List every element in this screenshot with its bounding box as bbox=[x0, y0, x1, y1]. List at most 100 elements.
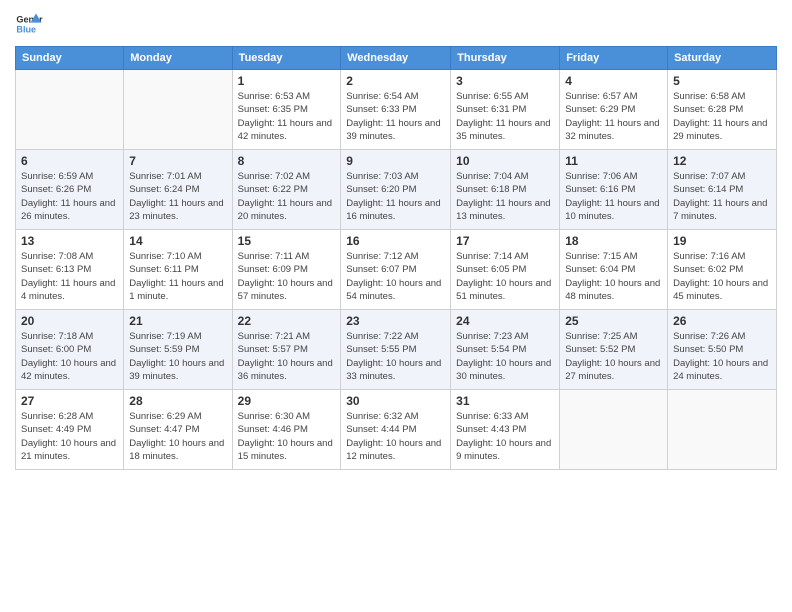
calendar-cell: 26 Sunrise: 7:26 AM Sunset: 5:50 PM Dayli… bbox=[668, 310, 777, 390]
calendar-week-row: 20 Sunrise: 7:18 AM Sunset: 6:00 PM Dayli… bbox=[16, 310, 777, 390]
calendar-cell: 4 Sunrise: 6:57 AM Sunset: 6:29 PM Daylig… bbox=[560, 70, 668, 150]
day-number: 13 bbox=[21, 234, 118, 248]
day-info: Sunrise: 7:23 AM Sunset: 5:54 PM Dayligh… bbox=[456, 330, 554, 383]
calendar-day-header: Sunday bbox=[16, 47, 124, 70]
day-number: 20 bbox=[21, 314, 118, 328]
calendar-day-header: Thursday bbox=[451, 47, 560, 70]
day-info: Sunrise: 7:26 AM Sunset: 5:50 PM Dayligh… bbox=[673, 330, 771, 383]
calendar-cell: 13 Sunrise: 7:08 AM Sunset: 6:13 PM Dayli… bbox=[16, 230, 124, 310]
day-number: 17 bbox=[456, 234, 554, 248]
day-info: Sunrise: 7:22 AM Sunset: 5:55 PM Dayligh… bbox=[346, 330, 445, 383]
calendar-cell: 7 Sunrise: 7:01 AM Sunset: 6:24 PM Daylig… bbox=[124, 150, 232, 230]
day-info: Sunrise: 6:54 AM Sunset: 6:33 PM Dayligh… bbox=[346, 90, 445, 143]
calendar-cell: 5 Sunrise: 6:58 AM Sunset: 6:28 PM Daylig… bbox=[668, 70, 777, 150]
day-info: Sunrise: 6:32 AM Sunset: 4:44 PM Dayligh… bbox=[346, 410, 445, 463]
day-number: 19 bbox=[673, 234, 771, 248]
day-info: Sunrise: 7:06 AM Sunset: 6:16 PM Dayligh… bbox=[565, 170, 662, 223]
calendar-cell: 20 Sunrise: 7:18 AM Sunset: 6:00 PM Dayli… bbox=[16, 310, 124, 390]
day-info: Sunrise: 6:29 AM Sunset: 4:47 PM Dayligh… bbox=[129, 410, 226, 463]
day-number: 24 bbox=[456, 314, 554, 328]
calendar-cell: 21Sunrise: 7:19 AM Sunset: 5:59 PM Dayli… bbox=[124, 310, 232, 390]
day-info: Sunrise: 7:08 AM Sunset: 6:13 PM Dayligh… bbox=[21, 250, 118, 303]
day-number: 8 bbox=[238, 154, 336, 168]
day-number: 1 bbox=[238, 74, 336, 88]
day-info: Sunrise: 6:53 AM Sunset: 6:35 PM Dayligh… bbox=[238, 90, 336, 143]
svg-text:Blue: Blue bbox=[16, 24, 36, 34]
day-info: Sunrise: 7:19 AM Sunset: 5:59 PM Dayligh… bbox=[129, 330, 226, 383]
day-number: 3 bbox=[456, 74, 554, 88]
logo-icon: General Blue bbox=[15, 10, 43, 38]
day-number: 15 bbox=[238, 234, 336, 248]
calendar-day-header: Tuesday bbox=[232, 47, 341, 70]
calendar-cell: 17 Sunrise: 7:14 AM Sunset: 6:05 PM Dayli… bbox=[451, 230, 560, 310]
calendar-cell: 2 Sunrise: 6:54 AM Sunset: 6:33 PM Daylig… bbox=[341, 70, 451, 150]
day-number: 18 bbox=[565, 234, 662, 248]
calendar-day-header: Friday bbox=[560, 47, 668, 70]
day-info: Sunrise: 7:25 AM Sunset: 5:52 PM Dayligh… bbox=[565, 330, 662, 383]
day-number: 22 bbox=[238, 314, 336, 328]
day-info: Sunrise: 7:02 AM Sunset: 6:22 PM Dayligh… bbox=[238, 170, 336, 223]
calendar-cell: 18 Sunrise: 7:15 AM Sunset: 6:04 PM Dayli… bbox=[560, 230, 668, 310]
day-number: 9 bbox=[346, 154, 445, 168]
calendar-week-row: 1 Sunrise: 6:53 AM Sunset: 6:35 PM Daylig… bbox=[16, 70, 777, 150]
day-number: 26 bbox=[673, 314, 771, 328]
day-info: Sunrise: 7:01 AM Sunset: 6:24 PM Dayligh… bbox=[129, 170, 226, 223]
day-info: Sunrise: 6:58 AM Sunset: 6:28 PM Dayligh… bbox=[673, 90, 771, 143]
calendar-cell bbox=[124, 70, 232, 150]
calendar-cell: 24 Sunrise: 7:23 AM Sunset: 5:54 PM Dayli… bbox=[451, 310, 560, 390]
day-info: Sunrise: 7:11 AM Sunset: 6:09 PM Dayligh… bbox=[238, 250, 336, 303]
day-info: Sunrise: 7:14 AM Sunset: 6:05 PM Dayligh… bbox=[456, 250, 554, 303]
day-info: Sunrise: 7:18 AM Sunset: 6:00 PM Dayligh… bbox=[21, 330, 118, 383]
calendar-cell: 28Sunrise: 6:29 AM Sunset: 4:47 PM Dayli… bbox=[124, 390, 232, 470]
day-number: 31 bbox=[456, 394, 554, 408]
day-info: Sunrise: 7:07 AM Sunset: 6:14 PM Dayligh… bbox=[673, 170, 771, 223]
day-info: Sunrise: 7:15 AM Sunset: 6:04 PM Dayligh… bbox=[565, 250, 662, 303]
calendar-cell bbox=[16, 70, 124, 150]
day-number: 25 bbox=[565, 314, 662, 328]
calendar-cell: 27Sunrise: 6:28 AM Sunset: 4:49 PM Dayli… bbox=[16, 390, 124, 470]
day-info: Sunrise: 6:59 AM Sunset: 6:26 PM Dayligh… bbox=[21, 170, 118, 223]
calendar-cell: 15 Sunrise: 7:11 AM Sunset: 6:09 PM Dayli… bbox=[232, 230, 341, 310]
page: General Blue SundayMondayTuesdayWednesda… bbox=[0, 0, 792, 612]
day-info: Sunrise: 6:55 AM Sunset: 6:31 PM Dayligh… bbox=[456, 90, 554, 143]
calendar-cell: 1 Sunrise: 6:53 AM Sunset: 6:35 PM Daylig… bbox=[232, 70, 341, 150]
calendar-week-row: 6 Sunrise: 6:59 AM Sunset: 6:26 PM Daylig… bbox=[16, 150, 777, 230]
day-number: 16 bbox=[346, 234, 445, 248]
calendar-cell: 11 Sunrise: 7:06 AM Sunset: 6:16 PM Dayli… bbox=[560, 150, 668, 230]
calendar-header-row: SundayMondayTuesdayWednesdayThursdayFrid… bbox=[16, 47, 777, 70]
calendar-cell: 25 Sunrise: 7:25 AM Sunset: 5:52 PM Dayli… bbox=[560, 310, 668, 390]
day-number: 2 bbox=[346, 74, 445, 88]
day-info: Sunrise: 6:28 AM Sunset: 4:49 PM Dayligh… bbox=[21, 410, 118, 463]
day-number: 11 bbox=[565, 154, 662, 168]
calendar-cell: 19 Sunrise: 7:16 AM Sunset: 6:02 PM Dayli… bbox=[668, 230, 777, 310]
day-number: 10 bbox=[456, 154, 554, 168]
day-number: 12 bbox=[673, 154, 771, 168]
day-info: Sunrise: 7:21 AM Sunset: 5:57 PM Dayligh… bbox=[238, 330, 336, 383]
calendar-cell: 23 Sunrise: 7:22 AM Sunset: 5:55 PM Dayli… bbox=[341, 310, 451, 390]
day-number: 29 bbox=[238, 394, 336, 408]
calendar-cell: 22 Sunrise: 7:21 AM Sunset: 5:57 PM Dayli… bbox=[232, 310, 341, 390]
day-number: 14 bbox=[129, 234, 226, 248]
day-number: 5 bbox=[673, 74, 771, 88]
day-info: Sunrise: 6:30 AM Sunset: 4:46 PM Dayligh… bbox=[238, 410, 336, 463]
day-info: Sunrise: 7:16 AM Sunset: 6:02 PM Dayligh… bbox=[673, 250, 771, 303]
day-info: Sunrise: 7:12 AM Sunset: 6:07 PM Dayligh… bbox=[346, 250, 445, 303]
day-info: Sunrise: 7:10 AM Sunset: 6:11 PM Dayligh… bbox=[129, 250, 226, 303]
calendar-cell: 16 Sunrise: 7:12 AM Sunset: 6:07 PM Dayli… bbox=[341, 230, 451, 310]
day-info: Sunrise: 7:03 AM Sunset: 6:20 PM Dayligh… bbox=[346, 170, 445, 223]
calendar-cell bbox=[560, 390, 668, 470]
calendar-cell: 31 Sunrise: 6:33 AM Sunset: 4:43 PM Dayli… bbox=[451, 390, 560, 470]
day-number: 4 bbox=[565, 74, 662, 88]
calendar-cell: 30Sunrise: 6:32 AM Sunset: 4:44 PM Dayli… bbox=[341, 390, 451, 470]
calendar-week-row: 13 Sunrise: 7:08 AM Sunset: 6:13 PM Dayli… bbox=[16, 230, 777, 310]
day-info: Sunrise: 6:57 AM Sunset: 6:29 PM Dayligh… bbox=[565, 90, 662, 143]
day-info: Sunrise: 6:33 AM Sunset: 4:43 PM Dayligh… bbox=[456, 410, 554, 463]
calendar-cell: 14 Sunrise: 7:10 AM Sunset: 6:11 PM Dayli… bbox=[124, 230, 232, 310]
calendar-cell: 10Sunrise: 7:04 AM Sunset: 6:18 PM Dayli… bbox=[451, 150, 560, 230]
calendar-cell: 12 Sunrise: 7:07 AM Sunset: 6:14 PM Dayli… bbox=[668, 150, 777, 230]
day-number: 6 bbox=[21, 154, 118, 168]
calendar-cell: 6 Sunrise: 6:59 AM Sunset: 6:26 PM Daylig… bbox=[16, 150, 124, 230]
day-number: 23 bbox=[346, 314, 445, 328]
calendar-cell bbox=[668, 390, 777, 470]
day-number: 7 bbox=[129, 154, 226, 168]
